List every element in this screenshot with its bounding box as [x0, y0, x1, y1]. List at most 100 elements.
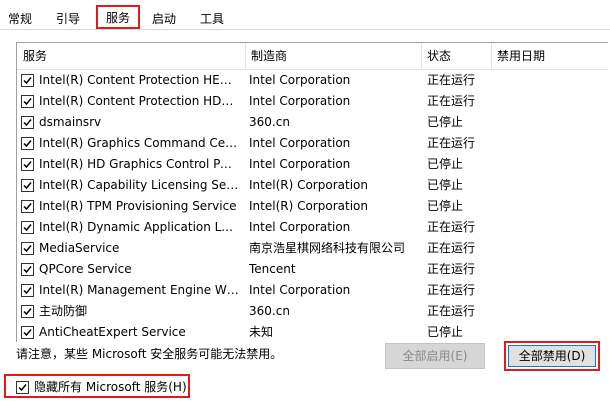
service-checkbox[interactable] [21, 263, 34, 276]
service-vendor: Intel Corporation [249, 94, 351, 108]
service-name: QPCore Service [39, 262, 132, 276]
tab-divider [0, 29, 610, 30]
service-disabled-date [497, 301, 607, 322]
service-row[interactable]: Intel(R) Graphics Command Cent... Intel C… [17, 133, 608, 154]
service-name: MediaService [39, 241, 120, 255]
service-vendor: 360.cn [249, 115, 290, 129]
service-row[interactable]: Intel(R) Management Engine WM... Intel Co… [17, 280, 608, 301]
service-checkbox[interactable] [21, 200, 34, 213]
service-vendor: 360.cn [249, 304, 290, 318]
service-vendor: 南京浩星棋网络科技有限公司 [249, 241, 406, 255]
service-vendor: Tencent [249, 262, 296, 276]
service-status: 已停止 [427, 178, 464, 192]
service-vendor: Intel Corporation [249, 136, 351, 150]
services-list[interactable]: 服务 制造商 状态 禁用日期 Intel(R) Content Protecti… [16, 42, 608, 342]
service-status: 正在运行 [427, 220, 476, 234]
column-header-vendor[interactable]: 制造商 [245, 43, 421, 69]
tab-startup[interactable]: 启动 [150, 9, 178, 29]
service-status: 正在运行 [427, 304, 476, 318]
enable-all-button[interactable]: 全部启用(E) [385, 343, 485, 369]
checkmark-icon [23, 266, 32, 274]
service-status: 已停止 [427, 325, 464, 339]
service-checkbox[interactable] [21, 326, 34, 339]
service-name: AntiCheatExpert Service [39, 325, 186, 339]
service-disabled-date [497, 112, 607, 133]
service-rows: Intel(R) Content Protection HECI ... Inte… [17, 70, 608, 342]
service-checkbox[interactable] [21, 179, 34, 192]
hide-microsoft-services-checkbox[interactable] [16, 381, 29, 394]
hide-microsoft-services-label: 隐藏所有 Microsoft 服务(H) [34, 380, 187, 394]
service-status: 正在运行 [427, 73, 476, 87]
checkmark-icon [23, 329, 32, 337]
tab-boot[interactable]: 引导 [54, 9, 82, 29]
service-checkbox[interactable] [21, 305, 34, 318]
service-vendor: Intel Corporation [249, 157, 351, 171]
service-row[interactable]: Intel(R) Content Protection HECI ... Inte… [17, 70, 608, 91]
service-name: 主动防御 [39, 304, 88, 318]
service-disabled-date [497, 91, 607, 112]
checkmark-icon [23, 308, 32, 316]
column-header-disabled-date[interactable]: 禁用日期 [491, 43, 608, 69]
list-header: 服务 制造商 状态 禁用日期 [17, 43, 608, 70]
service-checkbox[interactable] [21, 158, 34, 171]
service-disabled-date [497, 217, 607, 238]
checkmark-icon [23, 203, 32, 211]
service-vendor: Intel Corporation [249, 220, 351, 234]
service-vendor: Intel(R) Corporation [249, 199, 368, 213]
tab-general[interactable]: 常规 [6, 9, 34, 29]
service-name: Intel(R) HD Graphics Control Pan... [39, 157, 239, 171]
checkmark-icon [23, 98, 32, 106]
service-checkbox[interactable] [21, 116, 34, 129]
disable-all-button[interactable]: 全部禁用(D) [508, 345, 596, 367]
service-row[interactable]: Intel(R) TPM Provisioning Service Intel(R… [17, 196, 608, 217]
microsoft-services-note: 请注意，某些 Microsoft 安全服务可能无法禁用。 [16, 347, 283, 361]
service-checkbox[interactable] [21, 284, 34, 297]
service-disabled-date [497, 175, 607, 196]
service-vendor: 未知 [249, 325, 274, 339]
checkmark-icon [23, 119, 32, 127]
service-checkbox[interactable] [21, 242, 34, 255]
service-row[interactable]: Intel(R) Content Protection HDCP... Intel… [17, 91, 608, 112]
service-name: Intel(R) Management Engine WM... [39, 283, 239, 297]
service-disabled-date [497, 238, 607, 259]
service-disabled-date [497, 259, 607, 280]
service-name: Intel(R) Dynamic Application Loa... [39, 220, 239, 234]
service-vendor: Intel(R) Corporation [249, 178, 368, 192]
service-name: Intel(R) Graphics Command Cent... [39, 136, 239, 150]
service-checkbox[interactable] [21, 74, 34, 87]
checkmark-icon [23, 140, 32, 148]
service-status: 已停止 [427, 157, 464, 171]
service-row[interactable]: dsmainsrv 360.cn 已停止 [17, 112, 608, 133]
service-disabled-date [497, 154, 607, 175]
column-header-service[interactable]: 服务 [17, 43, 245, 69]
service-row[interactable]: 主动防御 360.cn 正在运行 [17, 301, 608, 322]
service-disabled-date [497, 70, 607, 91]
service-name: Intel(R) Content Protection HDCP... [39, 94, 239, 108]
checkmark-icon [18, 384, 27, 392]
service-name: Intel(R) TPM Provisioning Service [39, 199, 237, 213]
service-disabled-date [497, 133, 607, 154]
service-status: 已停止 [427, 115, 464, 129]
service-status: 正在运行 [427, 136, 476, 150]
service-row[interactable]: Intel(R) Dynamic Application Loa... Intel… [17, 217, 608, 238]
service-row[interactable]: QPCore Service Tencent 正在运行 [17, 259, 608, 280]
hide-microsoft-services-option[interactable]: 隐藏所有 Microsoft 服务(H) [4, 374, 190, 398]
tab-bar: 常规 引导 服务 启动 工具 [0, 0, 610, 30]
checkmark-icon [23, 245, 32, 253]
tab-tools[interactable]: 工具 [198, 9, 226, 29]
service-row[interactable]: MediaService 南京浩星棋网络科技有限公司 正在运行 [17, 238, 608, 259]
checkmark-icon [23, 182, 32, 190]
service-name: Intel(R) Capability Licensing Servi... [39, 178, 239, 192]
service-row[interactable]: Intel(R) HD Graphics Control Pan... Intel… [17, 154, 608, 175]
service-row[interactable]: AntiCheatExpert Service 未知 已停止 [17, 322, 608, 342]
service-name: dsmainsrv [39, 115, 102, 129]
service-checkbox[interactable] [21, 137, 34, 150]
column-header-status[interactable]: 状态 [421, 43, 491, 69]
checkmark-icon [23, 287, 32, 295]
service-row[interactable]: Intel(R) Capability Licensing Servi... In… [17, 175, 608, 196]
service-checkbox[interactable] [21, 95, 34, 108]
service-disabled-date [497, 196, 607, 217]
service-checkbox[interactable] [21, 221, 34, 234]
tab-services[interactable]: 服务 [96, 5, 140, 29]
checkmark-icon [23, 77, 32, 85]
